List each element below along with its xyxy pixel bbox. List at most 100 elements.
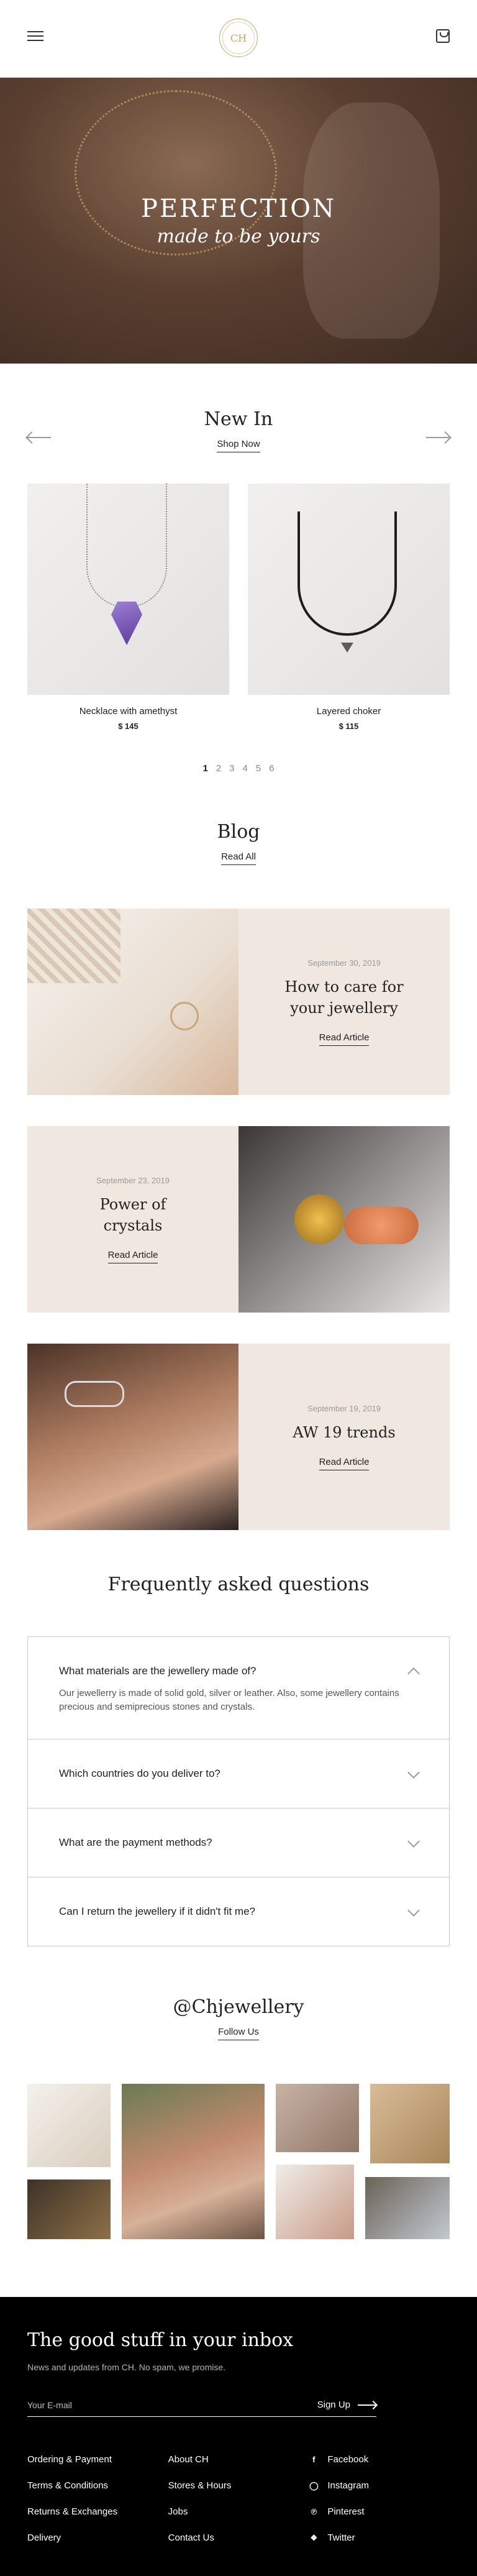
hero-subtitle: made to be yours [157, 226, 320, 247]
instagram-photo[interactable] [370, 2084, 450, 2163]
faq-question[interactable]: Can I return the jewellery if it didn't … [59, 1877, 418, 1946]
blog-post-date: September 23, 2019 [96, 1175, 170, 1185]
page-number[interactable]: 4 [243, 763, 248, 774]
logo[interactable]: CH [219, 19, 258, 57]
instagram-grid [27, 2084, 450, 2239]
product-card[interactable]: Layered choker $ 115 [248, 484, 450, 731]
footer-link-returns[interactable]: Returns & Exchanges [27, 2505, 168, 2518]
instagram-title: @Chjewellery [173, 1996, 304, 2018]
page: CH PERFECTION made to be yours New In Sh… [0, 0, 477, 2576]
instagram-photo[interactable] [122, 2084, 265, 2239]
blog-post-card: September 23, 2019 Power of crystals Rea… [27, 1126, 238, 1313]
follow-us-link[interactable]: Follow Us [218, 2027, 259, 2040]
blog-post-title[interactable]: Power of crystals [96, 1194, 170, 1236]
blog-post-image[interactable] [27, 1344, 238, 1530]
pinterest-icon: ℗ [311, 2507, 317, 2516]
site-header: CH [0, 0, 477, 78]
shop-now-link[interactable]: Shop Now [217, 439, 260, 452]
page-number[interactable]: 3 [229, 763, 234, 774]
blog-post-image[interactable] [238, 1126, 450, 1313]
hero-banner: PERFECTION made to be yours [0, 78, 477, 364]
faq-title: Frequently asked questions [107, 1574, 370, 1595]
social-label: Instagram [327, 2480, 370, 2491]
arrow-left-icon[interactable] [27, 437, 51, 438]
social-link-pinterest[interactable]: ℗ Pinterest [309, 2505, 450, 2518]
blog-post-title[interactable]: How to care for your jewellery [276, 976, 412, 1019]
blog-post-date: September 30, 2019 [307, 958, 381, 968]
newsletter-form: Sign Up [27, 2400, 376, 2417]
faq-question[interactable]: What materials are the jewellery made of… [59, 1637, 418, 1678]
faq-item[interactable]: What materials are the jewellery made of… [28, 1637, 449, 1739]
instagram-photo[interactable] [27, 2084, 111, 2167]
necklace-chain-shape [86, 484, 167, 608]
blog-section: Blog Read All September 30, 2019 How to … [0, 774, 477, 1530]
product-price: $ 115 [338, 722, 359, 731]
instagram-photo[interactable] [276, 2165, 354, 2239]
page-number[interactable]: 6 [269, 763, 274, 774]
product-price: $ 145 [118, 722, 139, 731]
faq-item[interactable]: What are the payment methods? [28, 1808, 449, 1877]
footer-link-contact[interactable]: Contact Us [168, 2531, 309, 2544]
social-label: Twitter [327, 2532, 355, 2543]
instagram-icon: ◯ [309, 2480, 319, 2490]
blog-post-image[interactable] [27, 909, 238, 1095]
footer-column-social: f Facebook ◯ Instagram ℗ Pinterest ❖ Twi… [309, 2453, 450, 2557]
instagram-photo[interactable] [276, 2084, 359, 2152]
footer-link-ordering[interactable]: Ordering & Payment [27, 2453, 168, 2466]
blog-title: Blog [217, 821, 260, 843]
product-image[interactable] [248, 484, 450, 695]
product-name[interactable]: Necklace with amethyst [27, 706, 229, 717]
blog-post-date: September 19, 2019 [307, 1403, 381, 1413]
amethyst-pendant-shape [111, 602, 142, 645]
instagram-photo[interactable] [365, 2177, 450, 2239]
faq-question[interactable]: Which countries do you deliver to? [59, 1739, 418, 1808]
shopping-bag-icon[interactable] [436, 29, 450, 43]
blog-post-card: September 30, 2019 How to care for your … [238, 909, 450, 1095]
footer-link-stores[interactable]: Stores & Hours [168, 2479, 309, 2492]
product-list: Necklace with amethyst $ 145 Layered cho… [0, 484, 477, 731]
twitter-icon: ❖ [310, 2532, 318, 2542]
blog-post: September 30, 2019 How to care for your … [27, 909, 450, 1095]
choker-charm-shape [341, 643, 353, 653]
footer-links: Ordering & Payment Terms & Conditions Re… [27, 2453, 450, 2557]
faq-item[interactable]: Can I return the jewellery if it didn't … [28, 1877, 449, 1946]
social-link-instagram[interactable]: ◯ Instagram [309, 2479, 450, 2492]
page-number[interactable]: 5 [256, 763, 261, 774]
product-name[interactable]: Layered choker [248, 706, 450, 717]
footer-link-terms[interactable]: Terms & Conditions [27, 2479, 168, 2492]
new-in-section: New In Shop Now Necklace with amethyst $… [0, 364, 477, 774]
footer-link-jobs[interactable]: Jobs [168, 2505, 309, 2518]
read-all-link[interactable]: Read All [221, 851, 256, 865]
social-label: Pinterest [327, 2506, 365, 2517]
hero-text: PERFECTION made to be yours [0, 195, 477, 247]
sign-up-button[interactable]: Sign Up [317, 2400, 376, 2410]
new-in-title: New In [204, 408, 273, 430]
instagram-section: @Chjewellery Follow Us [0, 1946, 477, 2239]
read-article-link[interactable]: Read Article [319, 1032, 370, 1046]
hamburger-menu-icon[interactable] [27, 31, 43, 44]
read-article-link[interactable]: Read Article [107, 1250, 158, 1263]
blog-post: September 23, 2019 Power of crystals Rea… [27, 1126, 450, 1313]
hero-title: PERFECTION [140, 195, 337, 223]
product-card[interactable]: Necklace with amethyst $ 145 [27, 484, 229, 731]
instagram-photo[interactable] [27, 2180, 111, 2239]
blog-post-title[interactable]: AW 19 trends [293, 1422, 395, 1443]
arrow-right-icon[interactable] [426, 437, 450, 438]
email-input[interactable] [27, 2400, 263, 2410]
footer-link-delivery[interactable]: Delivery [27, 2531, 168, 2544]
read-article-link[interactable]: Read Article [319, 1457, 370, 1470]
page-number[interactable]: 2 [216, 763, 221, 774]
site-footer: The good stuff in your inbox News and up… [0, 2297, 477, 2576]
faq-item[interactable]: Which countries do you deliver to? [28, 1739, 449, 1808]
newsletter-title: The good stuff in your inbox [27, 2329, 294, 2351]
footer-column: Ordering & Payment Terms & Conditions Re… [27, 2453, 168, 2557]
page-number[interactable]: 1 [202, 763, 207, 774]
faq-answer: Our jewellerry is made of solid gold, si… [59, 1688, 399, 1712]
footer-link-about[interactable]: About CH [168, 2453, 309, 2466]
pagination: 1 2 3 4 5 6 [0, 763, 477, 774]
faq-question[interactable]: What are the payment methods? [59, 1808, 418, 1877]
product-image[interactable] [27, 484, 229, 695]
footer-column: About CH Stores & Hours Jobs Contact Us [168, 2453, 309, 2557]
social-link-facebook[interactable]: f Facebook [309, 2453, 450, 2466]
social-link-twitter[interactable]: ❖ Twitter [309, 2531, 450, 2544]
